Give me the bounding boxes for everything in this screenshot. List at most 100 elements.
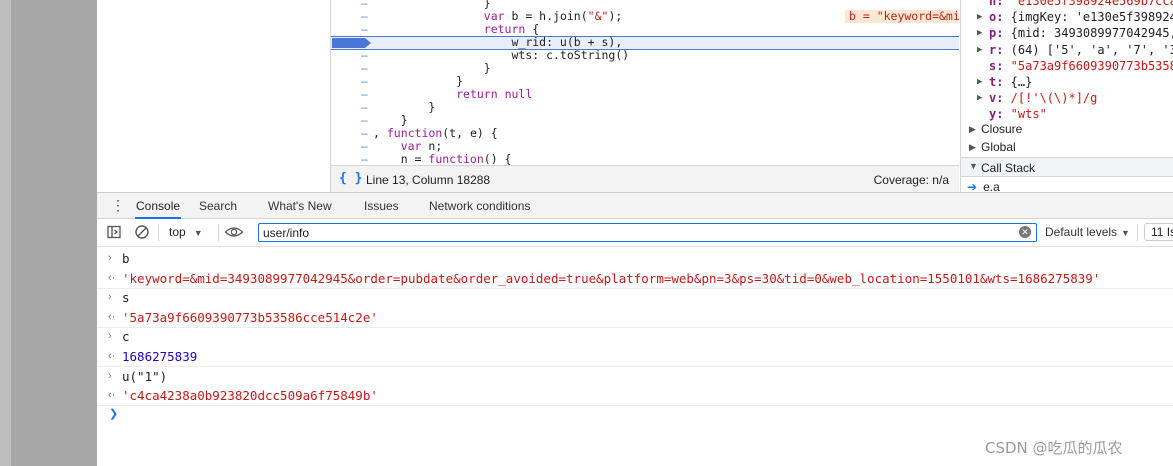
levels-label: Default levels (1045, 225, 1118, 239)
variable-value: 'e130e5f398924e569b7cca9f4713ec6365 (1010, 0, 1173, 8)
result-chevron-icon: ‹· (108, 389, 116, 402)
browser-side-strip (0, 0, 97, 466)
editor-status-bar: { } Line 13, Column 18288 Coverage: n/a (331, 165, 959, 192)
gutter-line[interactable]: – (331, 9, 375, 23)
tab-whats-new[interactable]: What's New (268, 193, 332, 219)
expand-arrow-icon: ▶ (969, 124, 976, 134)
breakpoint-dash-icon: – (361, 87, 368, 101)
gutter-line[interactable]: – (331, 139, 375, 153)
sources-panel: – – – – – – – – – – – – } var b = h.join("&"); retu… (97, 0, 1173, 192)
toolbar-divider (218, 224, 219, 241)
tab-network-conditions[interactable]: Network conditions (429, 193, 530, 219)
tab-search[interactable]: Search (199, 193, 237, 219)
log-levels-dropdown[interactable]: Default levels ▼ (1045, 225, 1130, 239)
toolbar-divider (1137, 224, 1138, 241)
context-value: top (169, 225, 186, 239)
console-input-row[interactable]: › c (97, 327, 1173, 346)
pretty-print-icon[interactable]: { } (339, 171, 362, 186)
console-output[interactable]: › b ‹·'keyword=&mid=3493089977042945&order… (97, 247, 1173, 466)
context-select[interactable]: top ▼ (169, 225, 203, 239)
console-command: u("1") (122, 368, 168, 384)
variable-name: o: (989, 10, 1004, 25)
frame-name: e.a (983, 180, 1000, 192)
filter-input[interactable] (263, 225, 1013, 240)
clear-console-icon[interactable] (134, 224, 150, 240)
scope-pane: n: 'e130e5f398924e569b7cca9f4713ec6365 ▶ o… (960, 0, 1173, 192)
drawer-tab-bar: ⋮ Console Search What's New Issues Netwo… (97, 192, 1173, 219)
issues-counter[interactable]: 11 Is (1144, 223, 1173, 241)
variable-value: (64) ['5', 'a', '7', '3', 'a', '9', (1010, 42, 1173, 57)
variable-value: "5a73a9f6609390773b53586cce514c2e" (1010, 58, 1173, 73)
result-chevron-icon: ‹· (108, 310, 116, 323)
call-stack-frame[interactable]: ➔ e.a (967, 180, 1000, 192)
cursor-position: Line 13, Column 18288 (366, 173, 491, 187)
variable-name: r: (989, 42, 1004, 57)
section-label: Global (981, 140, 1016, 154)
breakpoint-dash-icon: – (361, 152, 368, 165)
input-chevron-icon: › (108, 369, 112, 382)
gutter-line[interactable]: – (331, 0, 375, 10)
collapse-arrow-icon: ▼ (969, 161, 978, 171)
current-frame-arrow-icon: ➔ (967, 180, 978, 192)
variable-value: {…} (1003, 75, 1033, 89)
console-result: 'c4ca4238a0b923820dcc509a6f75849b' (122, 388, 378, 404)
tab-console[interactable]: Console (135, 193, 182, 219)
gutter-line[interactable]: – (331, 87, 375, 101)
console-result-row[interactable]: ‹· 'c4ca4238a0b923820dcc509a6f75849b' (97, 386, 1173, 405)
console-toolbar: top ▼ ✕ Default levels▼ 11 Is (97, 219, 1173, 247)
coverage-status[interactable]: Coverage: n/a (874, 173, 949, 187)
console-result-row[interactable]: ‹· '5a73a9f6609390773b53586cce514c2e' (97, 308, 1173, 327)
variable-name: p: (989, 26, 1004, 41)
filter-field[interactable]: ✕ (258, 223, 1037, 242)
console-result: 'keyword=&mid=3493089977042945&order=pub… (122, 270, 1101, 286)
clear-filter-icon[interactable]: ✕ (1019, 226, 1031, 238)
breakpoint-dash-icon: – (361, 48, 368, 62)
expand-arrow-icon: ▶ (969, 142, 976, 152)
variable-name: v: (989, 91, 1004, 106)
variable-name: n: (989, 0, 1004, 8)
input-chevron-icon: › (108, 291, 112, 304)
expand-arrow-icon: ▶ (977, 93, 983, 104)
gutter-line[interactable]: – (331, 126, 375, 140)
breakpoint-dash-icon: – (361, 126, 368, 140)
call-stack-header[interactable]: ▼ Call Stack (961, 157, 1173, 177)
gutter-line[interactable]: – (331, 48, 375, 62)
console-prompt-icon[interactable]: ❯ (109, 407, 118, 420)
breakpoint-dash-icon: – (361, 61, 368, 75)
breakpoint-dash-icon: – (361, 100, 368, 114)
scope-variable: t: {…} (989, 74, 1032, 90)
result-chevron-icon: ‹· (108, 350, 116, 362)
console-input-row[interactable]: › u("1") (97, 367, 1173, 386)
console-result-row[interactable]: ‹· 1686275839 (97, 347, 1173, 366)
variable-name: t: (989, 75, 1004, 89)
breakpoint-dash-icon: – (361, 22, 368, 36)
scope-variable: y: "wts" (989, 106, 1047, 122)
gutter-line[interactable]: – (331, 152, 375, 165)
gutter-line[interactable]: – (331, 74, 375, 88)
gutter-line[interactable]: – (331, 61, 375, 75)
console-input-row[interactable]: › s (97, 288, 1173, 307)
scope-variable: r: (64) ['5', 'a', '7', '3', 'a', '9', (989, 42, 1173, 58)
gutter-line[interactable] (331, 36, 375, 49)
dropdown-caret-icon: ▼ (193, 228, 203, 238)
gutter-line[interactable]: – (331, 22, 375, 36)
navigator-pane (97, 0, 331, 192)
sidebar-toggle-icon[interactable] (106, 224, 122, 240)
code-editor[interactable]: – – – – – – – – – – – – } var b = h.join("&"); retu… (331, 0, 959, 165)
code-line: n = function() { (373, 152, 512, 166)
drawer-menu-icon[interactable]: ⋮ (111, 197, 125, 214)
live-expression-eye-icon[interactable] (224, 224, 244, 240)
expand-arrow-icon: ▶ (977, 77, 983, 87)
input-chevron-icon: › (108, 330, 112, 343)
variable-value: {imgKey: 'e130e5f398924e569b7cca9f47 (1010, 10, 1173, 25)
gutter-line[interactable]: – (331, 113, 375, 127)
variable-name: s: (989, 58, 1004, 73)
variable-name: y: (989, 107, 1004, 122)
gutter-line[interactable]: – (331, 100, 375, 114)
console-command: b (122, 251, 130, 266)
console-input-row[interactable]: › b (97, 249, 1173, 268)
section-label: Closure (981, 122, 1023, 136)
console-result-row[interactable]: ‹· 'keyword=&mid=3493089977042945&order=p… (97, 269, 1173, 288)
breakpoint-dash-icon: – (361, 9, 368, 23)
tab-issues[interactable]: Issues (364, 193, 399, 219)
